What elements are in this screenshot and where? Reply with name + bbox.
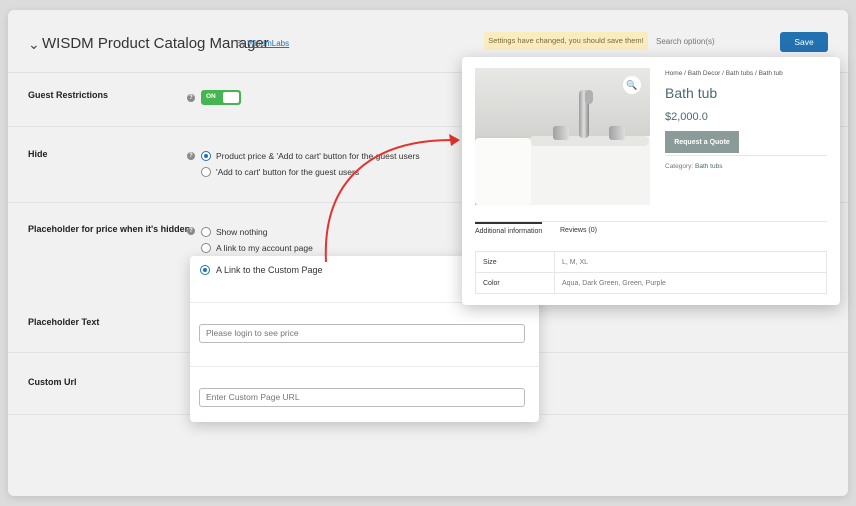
- arrow-path: [324, 139, 453, 263]
- image-tub: [513, 136, 650, 205]
- product-price: $2,000.0: [665, 111, 708, 123]
- breadcrumb[interactable]: Home / Bath Decor / Bath tubs / Bath tub: [665, 70, 783, 77]
- attribute-value: L, M, XL: [554, 251, 827, 273]
- attributes-table: Size L, M, XL Color Aqua, Dark Green, Gr…: [475, 251, 827, 294]
- tab-reviews[interactable]: Reviews (0): [560, 227, 597, 234]
- product-image: 🔍: [475, 68, 650, 205]
- category-link[interactable]: Bath tubs: [695, 163, 722, 170]
- product-title: Bath tub: [665, 85, 718, 101]
- image-tub-rim: [529, 136, 649, 146]
- image-spout: [585, 90, 593, 104]
- table-row: Size L, M, XL: [475, 251, 827, 273]
- zoom-icon[interactable]: 🔍: [623, 76, 641, 94]
- divider: [665, 155, 827, 156]
- table-row: Color Aqua, Dark Green, Green, Purple: [475, 272, 827, 294]
- request-quote-button[interactable]: Request a Quote: [665, 131, 739, 153]
- product-category: Category: Bath tubs: [665, 163, 722, 170]
- image-handle-right: [609, 126, 625, 140]
- attribute-value: Aqua, Dark Green, Green, Purple: [554, 272, 827, 294]
- category-label: Category:: [665, 163, 694, 170]
- product-preview-card: 🔍 Home / Bath Decor / Bath tubs / Bath t…: [462, 57, 840, 305]
- attribute-name: Size: [475, 251, 555, 273]
- image-handle-left: [553, 126, 569, 140]
- attribute-name: Color: [475, 272, 555, 294]
- arrow-head: [449, 134, 460, 146]
- image-towel: [475, 138, 531, 205]
- tab-additional-information[interactable]: Additional information: [475, 222, 543, 235]
